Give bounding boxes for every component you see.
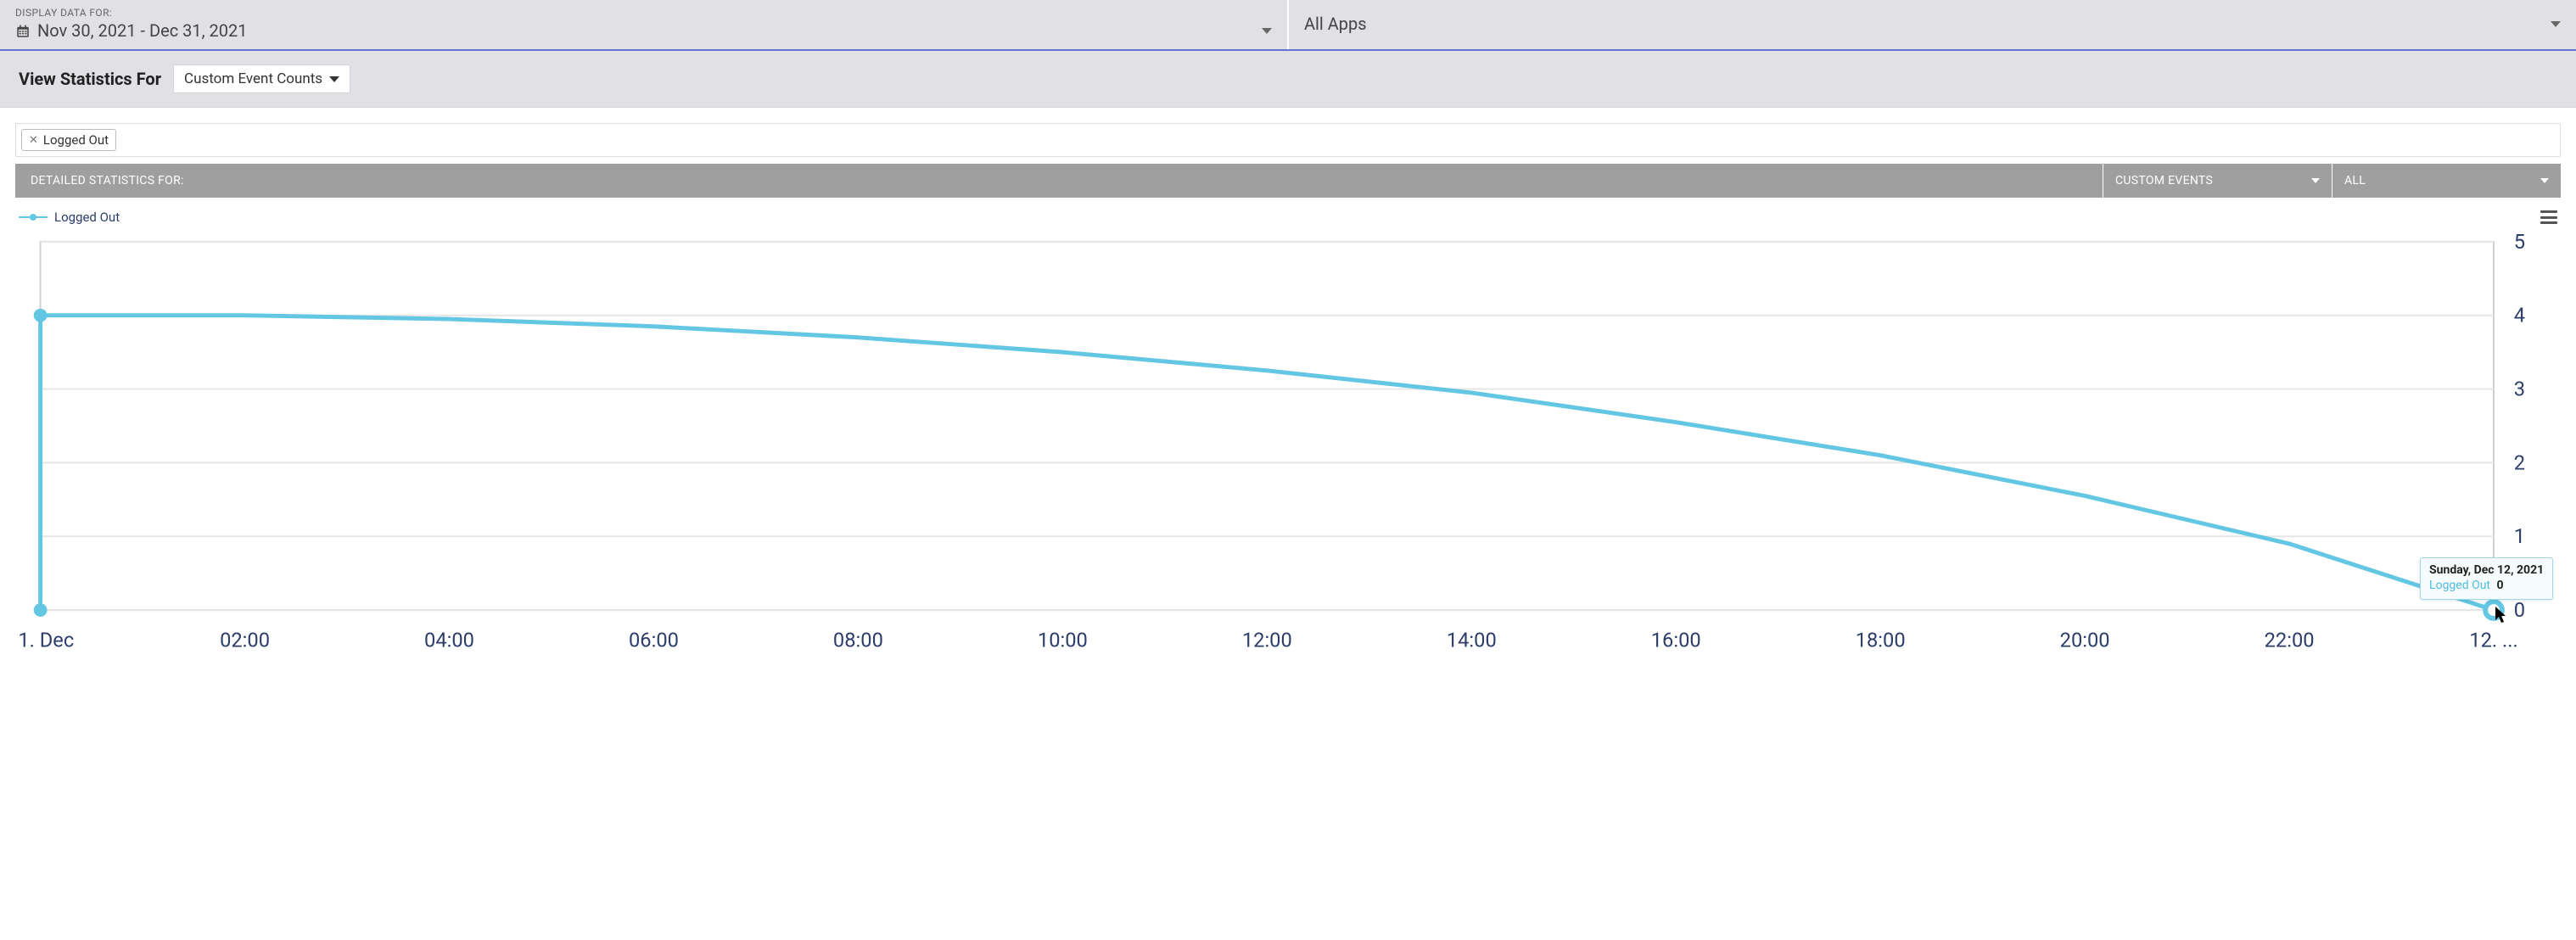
date-range-picker[interactable]: DISPLAY DATA FOR: Nov 30, 2021 - Dec 31,… xyxy=(0,0,1287,49)
legend-label: Logged Out xyxy=(54,210,120,225)
detail-metric-dropdown[interactable]: CUSTOM EVENTS xyxy=(2103,164,2332,198)
detail-scope-dropdown[interactable]: ALL xyxy=(2332,164,2561,198)
tooltip-value: 0 xyxy=(2497,579,2504,592)
tooltip-series: Logged Out xyxy=(2429,579,2490,592)
app-scope-value: All Apps xyxy=(1304,14,1367,34)
svg-text:14:00: 14:00 xyxy=(1447,628,1497,652)
svg-text:06:00: 06:00 xyxy=(629,628,679,652)
filter-chip[interactable]: ✕ Logged Out xyxy=(21,129,116,151)
chevron-down-icon xyxy=(2551,21,2561,27)
svg-text:5: 5 xyxy=(2514,233,2525,254)
svg-text:1: 1 xyxy=(2514,524,2525,548)
view-statistics-bar: View Statistics For Custom Event Counts xyxy=(0,51,2576,108)
svg-text:02:00: 02:00 xyxy=(220,628,270,652)
filter-label: DISPLAY DATA FOR: xyxy=(15,7,1272,19)
detail-statistics-label: DETAILED STATISTICS FOR: xyxy=(15,164,2103,198)
statistic-type-value: Custom Event Counts xyxy=(184,70,322,87)
detail-metric-value: CUSTOM EVENTS xyxy=(2115,174,2213,187)
detail-statistics-header: DETAILED STATISTICS FOR: CUSTOM EVENTS A… xyxy=(15,164,2561,198)
svg-text:11. Dec: 11. Dec xyxy=(15,628,74,652)
cursor-icon xyxy=(2495,607,2509,628)
chevron-down-icon xyxy=(1262,28,1272,34)
filter-bar: DISPLAY DATA FOR: Nov 30, 2021 - Dec 31,… xyxy=(0,0,2576,51)
content-area: ✕ Logged Out DETAILED STATISTICS FOR: CU… xyxy=(0,108,2576,684)
statistic-type-dropdown[interactable]: Custom Event Counts xyxy=(173,64,350,93)
caret-down-icon xyxy=(2311,178,2320,183)
svg-text:4: 4 xyxy=(2514,304,2525,327)
svg-text:0: 0 xyxy=(2514,598,2525,622)
calendar-icon xyxy=(15,23,31,38)
svg-text:08:00: 08:00 xyxy=(833,628,883,652)
close-icon[interactable]: ✕ xyxy=(29,134,38,147)
svg-text:16:00: 16:00 xyxy=(1651,628,1701,652)
caret-down-icon xyxy=(2540,178,2549,183)
svg-text:2: 2 xyxy=(2514,450,2525,474)
svg-text:10:00: 10:00 xyxy=(1038,628,1088,652)
event-filter-input[interactable]: ✕ Logged Out xyxy=(15,123,2561,157)
filter-chip-label: Logged Out xyxy=(43,132,109,148)
svg-text:20:00: 20:00 xyxy=(2060,628,2110,652)
svg-text:3: 3 xyxy=(2514,377,2525,400)
svg-text:18:00: 18:00 xyxy=(1856,628,1906,652)
caret-down-icon xyxy=(329,76,339,82)
svg-text:12. ...: 12. ... xyxy=(2469,628,2517,652)
legend-item[interactable]: Logged Out xyxy=(19,210,120,225)
app-scope-picker[interactable]: All Apps xyxy=(1287,0,2576,49)
svg-text:04:00: 04:00 xyxy=(424,628,474,652)
chart-menu-icon[interactable] xyxy=(2540,210,2557,224)
tooltip-date: Sunday, Dec 12, 2021 xyxy=(2429,563,2544,577)
svg-text:12:00: 12:00 xyxy=(1242,628,1292,652)
legend-swatch xyxy=(19,214,48,221)
svg-text:22:00: 22:00 xyxy=(2265,628,2315,652)
chart-legend-row: Logged Out xyxy=(15,210,2561,225)
detail-scope-value: ALL xyxy=(2344,174,2366,187)
view-statistics-title: View Statistics For xyxy=(19,69,161,89)
chart: 0 1 2 3 4 5 11. Dec 02:00 04:00 06:00 08:00 10:00 12… xyxy=(15,233,2561,669)
chart-tooltip: Sunday, Dec 12, 2021 Logged Out 0 xyxy=(2420,557,2553,600)
date-range-value: Nov 30, 2021 - Dec 31, 2021 xyxy=(37,20,247,41)
